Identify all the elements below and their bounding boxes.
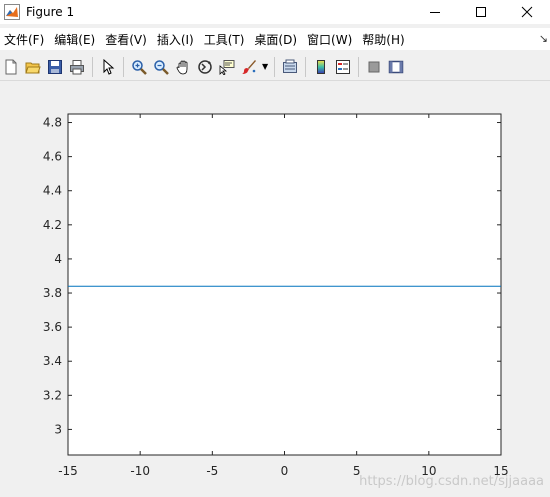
y-tick-label: 4.2 [43,218,62,232]
dock-arrow-icon[interactable]: ↘ [539,32,548,45]
pointer-icon [103,58,115,75]
zoom-out-icon [154,59,169,75]
y-tick-label: 4.4 [43,184,62,198]
pan-icon [176,60,188,74]
menu-bar: 文件(F) 编辑(E) 查看(V) 插入(I) 工具(T) 桌面(D) 窗口(W… [0,28,550,50]
open-icon [25,62,41,73]
rotate-3d-button[interactable] [194,56,216,78]
new-figure-icon [5,59,17,74]
link-plot-button[interactable] [279,56,301,78]
y-tick-label: 4.8 [43,116,62,130]
y-tick-label: 4 [54,252,62,266]
y-tick-label: 3.2 [43,388,62,402]
new-figure-button[interactable] [0,56,22,78]
matlab-logo-icon [4,4,20,20]
toolbar-separator [274,56,276,77]
hide-plot-tools-icon [368,61,380,72]
hide-plot-tools-button[interactable] [363,56,385,78]
brush-button[interactable] [238,56,260,78]
toolbar-separator [123,56,124,77]
x-tick-label: -10 [130,464,150,478]
menu-edit[interactable]: 编辑(E) [52,31,103,48]
maximize-icon [476,7,486,17]
close-button[interactable] [504,0,550,24]
x-tick-label: 0 [281,464,289,478]
close-icon [521,6,533,18]
brush-dropdown-icon[interactable]: ▼ [262,62,268,71]
minimize-button[interactable] [412,0,458,24]
pan-button[interactable] [172,56,194,78]
zoom-in-icon [132,59,147,75]
colorbar-button[interactable] [310,56,332,78]
zoom-out-button[interactable] [150,56,172,78]
menu-view[interactable]: 查看(V) [103,31,155,48]
y-tick-label: 3 [54,422,62,436]
watermark: https://blog.csdn.net/sjjaaaa [359,474,544,489]
save-button[interactable] [44,56,66,78]
edit-plot-button[interactable] [97,56,119,78]
print-icon [70,59,84,74]
menu-insert[interactable]: 插入(I) [155,31,202,48]
figure-toolbar: ▼ [0,53,550,81]
x-tick-label: -5 [206,464,218,478]
menu-desktop[interactable]: 桌面(D) [252,31,305,48]
legend-icon [336,59,351,74]
minimize-icon [430,12,440,13]
menu-help[interactable]: 帮助(H) [360,31,412,48]
menu-file[interactable]: 文件(F) [0,31,52,48]
y-tick-label: 4.6 [43,150,62,164]
toolbar-separator [358,56,360,77]
toolbar-separator [92,56,93,77]
rotate-3d-icon [198,59,212,74]
open-button[interactable] [22,56,44,78]
y-tick-label: 3.4 [43,354,62,368]
show-plot-tools-button[interactable] [385,56,407,78]
maximize-button[interactable] [458,0,504,24]
print-button[interactable] [66,56,88,78]
title-bar: Figure 1 [0,0,550,24]
data-cursor-button[interactable] [216,56,238,78]
save-icon [48,59,62,74]
y-tick-label: 3.8 [43,286,62,300]
window-title: Figure 1 [26,5,75,19]
y-tick-label: 3.6 [43,320,62,334]
window-controls [412,0,550,24]
toolbar-separator [305,56,307,77]
colorbar-icon [317,59,326,74]
menu-window[interactable]: 窗口(W) [305,31,360,48]
data-cursor-icon [219,59,235,75]
axes-box [67,113,502,456]
zoom-in-button[interactable] [128,56,150,78]
link-plot-icon [283,59,298,73]
figure-canvas: -15 -10 -5 0 5 10 15 3 3.2 3.4 3.6 3.8 4 4.2 4.4 4.6 4.8… [0,81,550,497]
x-tick-label: -15 [58,464,78,478]
menu-tools[interactable]: 工具(T) [202,31,253,48]
show-plot-tools-icon [388,60,404,73]
plot-axes[interactable]: -15 -10 -5 0 5 10 1533.23.43.63.844.24.44.64.8 [0,81,550,497]
brush-icon [242,59,256,74]
legend-button[interactable] [332,56,354,78]
